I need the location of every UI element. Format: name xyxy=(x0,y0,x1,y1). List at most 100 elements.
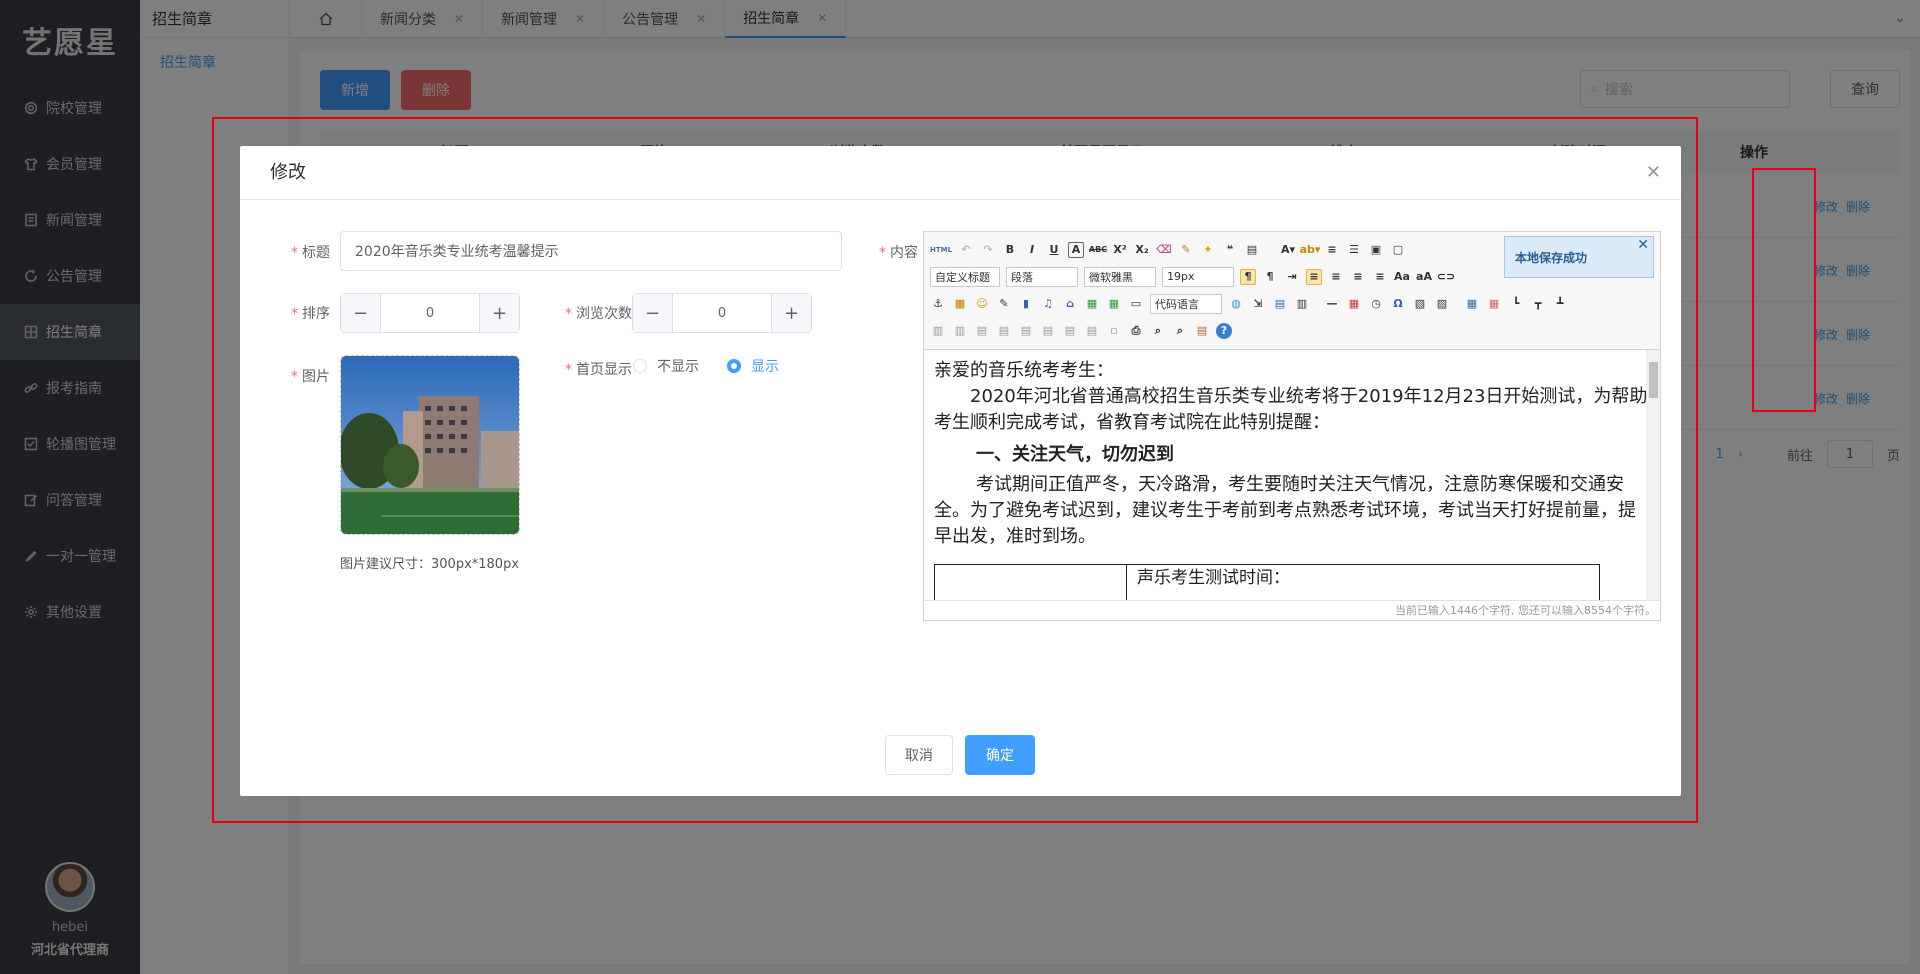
video-icon[interactable]: ▮ xyxy=(1018,296,1034,312)
align-center-icon[interactable]: ≡ xyxy=(1328,269,1344,285)
editor-scrollbar[interactable] xyxy=(1646,350,1660,600)
search-replace-icon[interactable]: ⌕ xyxy=(1172,323,1188,339)
autosave-toast: 本地保存成功 ✕ xyxy=(1504,236,1654,278)
redo-icon[interactable]: ↷ xyxy=(980,242,996,258)
table-icon[interactable]: ▦ xyxy=(1464,296,1480,312)
draft-icon[interactable]: ▤ xyxy=(1194,323,1210,339)
font-size-select[interactable]: 19px xyxy=(1162,266,1234,287)
lowercase-icon[interactable]: aA xyxy=(1416,269,1432,285)
template-icon[interactable]: ◍ xyxy=(1228,296,1244,312)
table-cell xyxy=(935,565,1127,600)
wordimage-icon[interactable]: ▥ xyxy=(1294,296,1310,312)
html-source-icon[interactable]: HTML xyxy=(930,242,952,258)
paragraph-select[interactable]: 段落 xyxy=(1006,266,1078,287)
background-icon[interactable]: ▤ xyxy=(1272,296,1288,312)
align-left-icon[interactable]: ≡ xyxy=(1306,268,1322,285)
code-language-select[interactable]: 代码语言 xyxy=(1150,293,1222,314)
italic-icon[interactable]: I xyxy=(1024,242,1040,258)
underline-icon[interactable]: U xyxy=(1046,242,1062,258)
close-icon[interactable]: ✕ xyxy=(1637,237,1649,253)
split-cells-icon[interactable]: ▤ xyxy=(1040,323,1056,339)
views-value[interactable]: 0 xyxy=(673,294,771,332)
delete-table-icon[interactable]: ▦ xyxy=(1486,296,1502,312)
radio-circle xyxy=(727,359,741,373)
sort-value[interactable]: 0 xyxy=(381,294,479,332)
rich-text-editor[interactable]: HTML ↶ ↷ B I U A ABC X² X₂ ⌫ ✎ ✦ ❝ ▤ A▾ … xyxy=(923,231,1661,621)
anchor-icon[interactable]: ⚓ xyxy=(930,296,946,312)
special-chars-icon[interactable]: Ω xyxy=(1390,296,1406,312)
preview-icon[interactable]: ⌕ xyxy=(1150,323,1166,339)
merge-down-icon[interactable]: ▤ xyxy=(1018,323,1034,339)
map-icon[interactable]: ▦ xyxy=(1084,296,1100,312)
font-color-icon[interactable]: A▾ xyxy=(1280,242,1296,258)
rtl-icon[interactable]: ¶ xyxy=(1262,269,1278,285)
superscript-icon[interactable]: X² xyxy=(1112,242,1128,258)
scrawl-icon[interactable]: ✎ xyxy=(996,296,1012,312)
select-all-icon[interactable]: ▣ xyxy=(1368,242,1384,258)
plus-icon[interactable]: + xyxy=(479,294,519,332)
format-brush-icon[interactable]: ✎ xyxy=(1178,242,1194,258)
cancel-button[interactable]: 取消 xyxy=(885,735,953,775)
radio-show[interactable]: 显示 xyxy=(727,356,779,376)
editor-content[interactable]: 亲爱的音乐统考考生： 2020年河北省普通高校招生音乐类专业统考将于2019年1… xyxy=(924,350,1660,600)
pagebreak-icon[interactable]: ⇲ xyxy=(1250,296,1266,312)
emoji-icon[interactable]: ☺ xyxy=(974,296,990,312)
quote-icon[interactable]: ❝ xyxy=(1222,242,1238,258)
font-family-select[interactable]: 微软雅黑 xyxy=(1084,266,1156,287)
attachment-icon[interactable]: ⌂ xyxy=(1062,296,1078,312)
campus-photo xyxy=(341,356,519,534)
clear-doc-icon[interactable]: ▢ xyxy=(1390,242,1406,258)
unordered-list-icon[interactable]: ☰ xyxy=(1346,242,1362,258)
plus-icon[interactable]: + xyxy=(771,294,811,332)
insert-row-icon[interactable]: ┳ xyxy=(1530,296,1546,312)
subscript-icon[interactable]: X₂ xyxy=(1134,242,1150,258)
merge-right-icon[interactable]: ▤ xyxy=(996,323,1012,339)
uppercase-icon[interactable]: Aa xyxy=(1394,269,1410,285)
font-border-icon[interactable]: A xyxy=(1068,241,1084,258)
date-icon[interactable]: ▦ xyxy=(1346,296,1362,312)
snapscreen-icon[interactable]: ▧ xyxy=(1412,296,1428,312)
radio-hide[interactable]: 不显示 xyxy=(633,356,699,376)
paste-plain-icon[interactable]: ▤ xyxy=(1244,242,1260,258)
split-rows-icon[interactable]: ▤ xyxy=(1062,323,1078,339)
wordcount-icon[interactable]: ▨ xyxy=(1434,296,1450,312)
help-icon[interactable]: ? xyxy=(1216,322,1232,339)
undo-icon[interactable]: ↶ xyxy=(958,242,974,258)
ltr-icon[interactable]: ¶ xyxy=(1240,268,1256,285)
indent-icon[interactable]: ⇥ xyxy=(1284,269,1300,285)
minus-icon[interactable]: − xyxy=(341,294,381,332)
horizontal-rule-icon[interactable]: — xyxy=(1324,296,1340,312)
background-color-icon[interactable]: ab▾ xyxy=(1300,242,1321,258)
image-icon[interactable]: ▩ xyxy=(952,296,968,312)
merge-cells-icon[interactable]: ▤ xyxy=(974,323,990,339)
ordered-list-icon[interactable]: ≡ xyxy=(1324,242,1340,258)
close-icon[interactable]: ✕ xyxy=(1646,162,1661,183)
gmap-icon[interactable]: ▦ xyxy=(1106,296,1122,312)
time-icon[interactable]: ◷ xyxy=(1368,296,1384,312)
iframe-icon[interactable]: ▭ xyxy=(1128,296,1144,312)
title-input[interactable]: 2020年音乐类专业统考温馨提示 xyxy=(340,231,842,271)
eraser-icon[interactable]: ⌫ xyxy=(1156,242,1172,258)
confirm-button[interactable]: 确定 xyxy=(965,735,1035,775)
align-right-icon[interactable]: ≡ xyxy=(1350,269,1366,285)
sort-stepper[interactable]: − 0 + xyxy=(340,293,520,333)
delete-row-icon[interactable]: ┻ xyxy=(1552,296,1568,312)
music-icon[interactable]: ♫ xyxy=(1040,296,1056,312)
custom-title-select[interactable]: 自定义标题 xyxy=(930,266,1000,287)
delete-col-icon[interactable]: ▥ xyxy=(952,323,968,339)
link-icon[interactable]: ⊂⊃ xyxy=(1437,269,1455,285)
insert-col-icon[interactable]: ▥ xyxy=(930,323,946,339)
bold-icon[interactable]: B xyxy=(1002,242,1018,258)
split-cols-icon[interactable]: ▤ xyxy=(1084,323,1100,339)
toolbar-row: ▥ ▥ ▤ ▤ ▤ ▤ ▤ ▤ ▫ ⎙ ⌕ ⌕ ▤ ? xyxy=(930,317,1654,344)
align-justify-icon[interactable]: ≡ xyxy=(1372,269,1388,285)
uploaded-image[interactable] xyxy=(340,355,520,535)
auto-format-icon[interactable]: ✦ xyxy=(1200,242,1216,258)
chart-icon[interactable]: ▫ xyxy=(1106,323,1122,339)
insert-paragraph-before-table-icon[interactable]: ┗ xyxy=(1508,296,1524,312)
minus-icon[interactable]: − xyxy=(633,294,673,332)
views-stepper[interactable]: − 0 + xyxy=(632,293,812,333)
scrollbar-thumb[interactable] xyxy=(1649,362,1658,398)
print-icon[interactable]: ⎙ xyxy=(1128,323,1144,339)
strikethrough-icon[interactable]: ABC xyxy=(1089,242,1107,258)
